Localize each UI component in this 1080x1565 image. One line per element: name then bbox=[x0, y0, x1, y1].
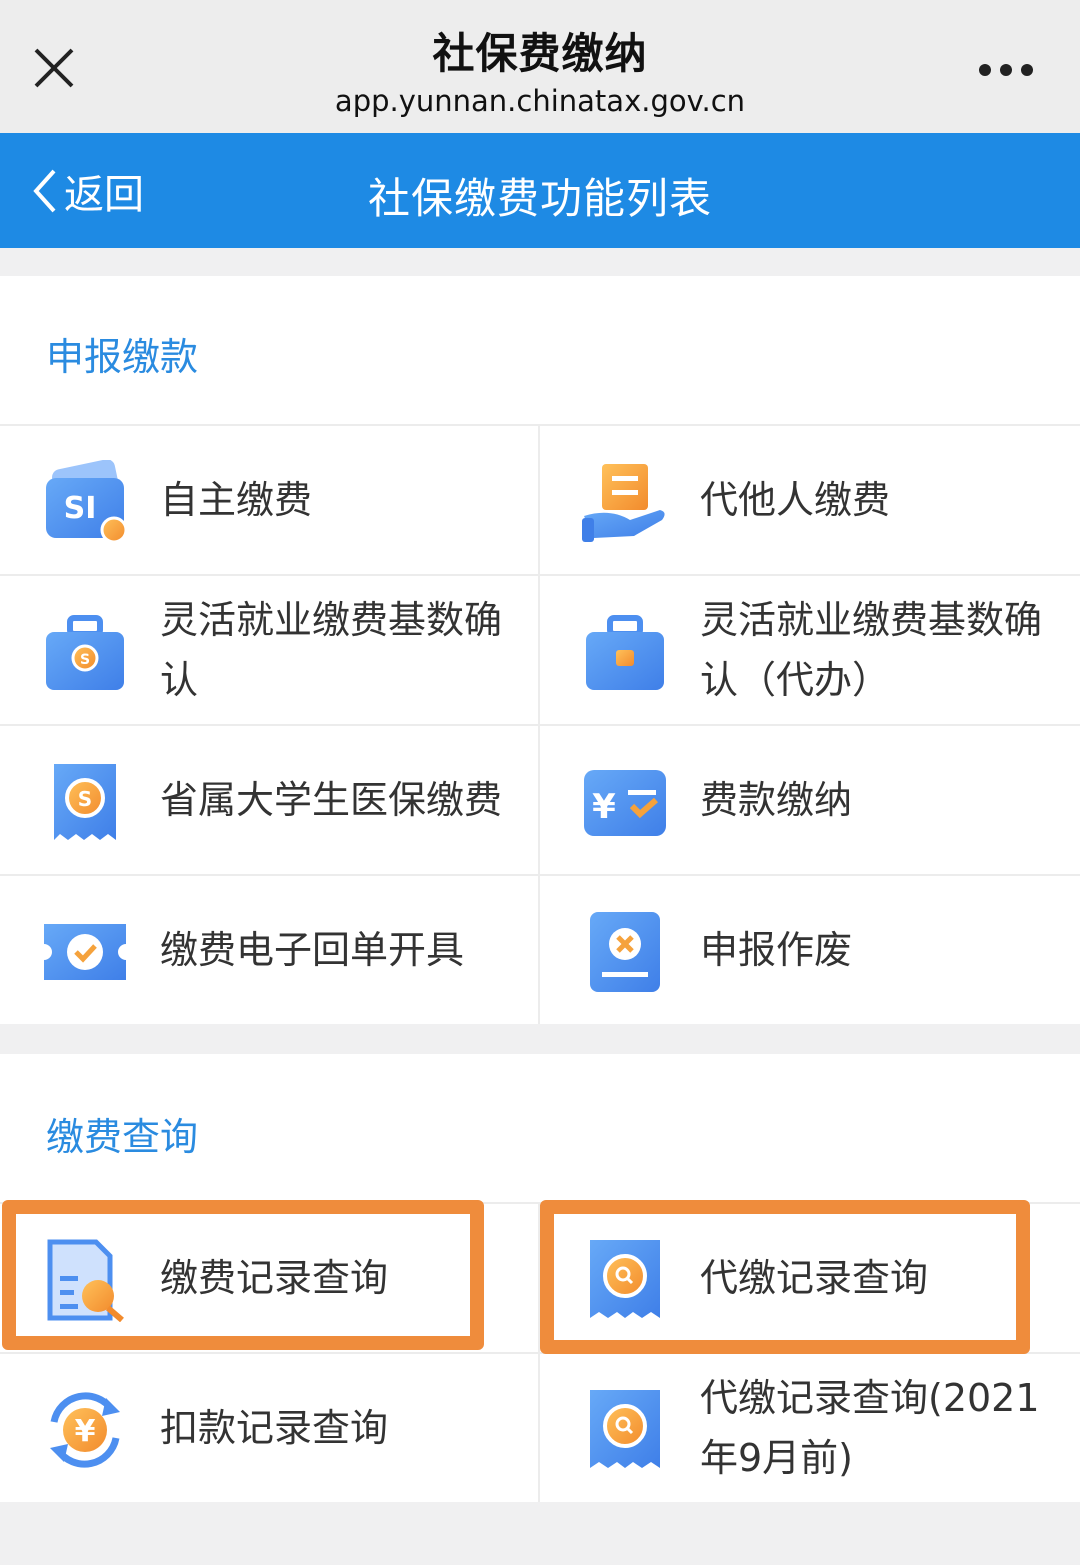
item-self-payment[interactable]: SI 自主缴费 bbox=[0, 426, 538, 574]
more-button[interactable] bbox=[968, 50, 1044, 90]
nav-title: 社保缴费功能列表 bbox=[367, 174, 712, 223]
svg-text:S: S bbox=[78, 787, 92, 811]
more-icon bbox=[979, 64, 1033, 76]
receipt-search-icon bbox=[590, 1390, 660, 1468]
item-label: 费款缴纳 bbox=[700, 778, 853, 822]
item-agent-record-query-before-2021-09[interactable]: 代缴记录查询(2021年9月前) bbox=[540, 1354, 1080, 1502]
svg-text:¥: ¥ bbox=[75, 1414, 96, 1449]
item-e-receipt[interactable]: 缴费电子回单开具 bbox=[0, 876, 538, 1024]
receipt-search-icon bbox=[590, 1240, 660, 1318]
browser-top-bar: 社保费缴纳 app.yunnan.chinatax.gov.cn bbox=[0, 0, 1080, 133]
item-label: 扣款记录查询 bbox=[160, 1406, 389, 1450]
receipt-icon: S bbox=[54, 764, 116, 840]
item-flexible-base-confirm[interactable]: S 灵活就业缴费基数确认 bbox=[0, 576, 538, 724]
section-payment-query: 缴费查询 缴费记录查询 代缴记录查询 ¥ 扣款记录查询 代缴记录查询(2021年… bbox=[0, 1054, 1080, 1502]
social-security-card-icon: SI bbox=[46, 460, 128, 544]
page-url: app.yunnan.chinatax.gov.cn bbox=[334, 84, 746, 118]
item-deduction-record-query[interactable]: ¥ 扣款记录查询 bbox=[0, 1354, 538, 1502]
app-nav-bar: 返回 社保缴费功能列表 bbox=[0, 133, 1080, 248]
section-title: 申报缴款 bbox=[46, 335, 199, 379]
item-label: 代缴记录查询 bbox=[700, 1256, 929, 1300]
briefcase-icon bbox=[586, 615, 664, 690]
item-label: 申报作废 bbox=[700, 928, 853, 972]
item-label: 代他人缴费 bbox=[700, 478, 891, 522]
item-label: 自主缴费 bbox=[160, 478, 313, 522]
item-label: 缴费电子回单开具 bbox=[160, 928, 465, 972]
page-heading: 社保费缴纳 bbox=[432, 29, 648, 78]
hand-document-icon bbox=[582, 464, 665, 542]
item-student-medical[interactable]: S 省属大学生医保缴费 bbox=[0, 726, 538, 874]
briefcase-icon: S bbox=[46, 615, 124, 690]
item-label: 缴费记录查询 bbox=[160, 1256, 389, 1300]
section-title: 缴费查询 bbox=[46, 1115, 199, 1159]
item-declare-cancel[interactable]: 申报作废 bbox=[540, 876, 1080, 1024]
item-pay-for-others[interactable]: 代他人缴费 bbox=[540, 426, 1080, 574]
document-search-icon bbox=[47, 1239, 124, 1322]
item-flexible-base-confirm-agent[interactable]: 灵活就业缴费基数确认（代办） bbox=[540, 576, 1080, 724]
item-payment-record-query[interactable]: 缴费记录查询 bbox=[0, 1204, 538, 1352]
svg-text:S: S bbox=[80, 652, 90, 668]
item-label: 省属大学生医保缴费 bbox=[160, 778, 503, 822]
cancel-document-icon bbox=[590, 912, 660, 992]
yuan-refresh-icon: ¥ bbox=[50, 1392, 120, 1468]
item-agent-record-query[interactable]: 代缴记录查询 bbox=[540, 1204, 1080, 1352]
item-label: 代缴记录查询(2021年9月前) bbox=[700, 1376, 1040, 1480]
svg-text:¥: ¥ bbox=[592, 787, 616, 827]
section-declare-pay: 申报缴款 SI 自主缴费 代他人缴费 S 灵活就业缴费基数确认 灵活就业缴费基数… bbox=[0, 276, 1080, 1024]
yuan-check-icon: ¥ bbox=[584, 770, 666, 836]
svg-text:SI: SI bbox=[64, 491, 97, 526]
ticket-check-icon bbox=[44, 924, 126, 980]
item-fee-payment[interactable]: ¥ 费款缴纳 bbox=[540, 726, 1080, 874]
item-label: 灵活就业缴费基数确认 bbox=[160, 598, 503, 702]
item-label: 灵活就业缴费基数确认（代办） bbox=[700, 598, 1043, 702]
